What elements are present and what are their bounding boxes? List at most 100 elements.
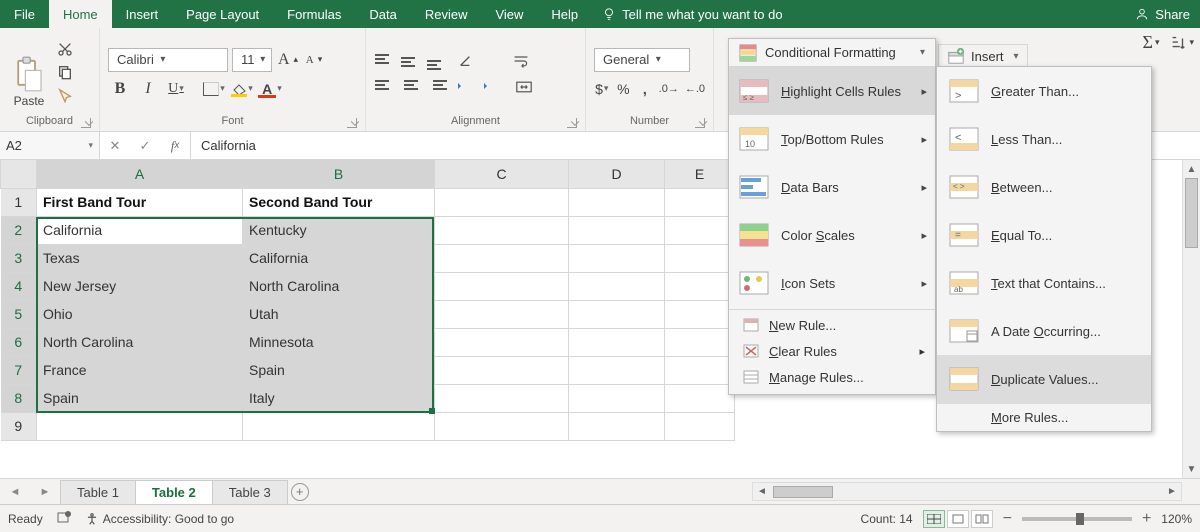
cell[interactable]: [569, 356, 665, 384]
cell[interactable]: [665, 272, 735, 300]
cell[interactable]: [665, 384, 735, 412]
bold-button[interactable]: B: [108, 78, 132, 100]
number-format-combo[interactable]: General▾: [594, 48, 690, 72]
rule-greater-than[interactable]: > Greater Than...: [937, 67, 1151, 115]
paste-button[interactable]: Paste: [8, 39, 50, 109]
cell[interactable]: Utah: [243, 300, 435, 328]
row-header[interactable]: 7: [1, 356, 37, 384]
sheet-tab[interactable]: Table 1: [60, 480, 136, 504]
accounting-format-button[interactable]: $: [594, 78, 610, 100]
align-top-button[interactable]: [374, 51, 396, 71]
scroll-right-button[interactable]: ►: [1163, 486, 1181, 497]
cell[interactable]: California: [37, 216, 243, 244]
cell[interactable]: New Jersey: [37, 272, 243, 300]
horizontal-scrollbar[interactable]: ◄ ►: [752, 482, 1182, 501]
column-header[interactable]: B: [243, 160, 435, 188]
cell[interactable]: [665, 188, 735, 216]
dialog-launcher-icon[interactable]: [695, 118, 705, 128]
tell-me-search[interactable]: Tell me what you want to do: [602, 0, 782, 28]
cell[interactable]: [243, 412, 435, 440]
row-header[interactable]: 4: [1, 272, 37, 300]
cell[interactable]: Spain: [243, 356, 435, 384]
row-header[interactable]: 9: [1, 412, 37, 440]
share-button[interactable]: Share: [1135, 0, 1190, 28]
rule-duplicate-values[interactable]: Duplicate Values...: [937, 355, 1151, 403]
dialog-launcher-icon[interactable]: [347, 118, 357, 128]
font-size-combo[interactable]: 11▾: [232, 48, 272, 72]
tab-formulas[interactable]: Formulas: [273, 0, 355, 28]
row-header[interactable]: 5: [1, 300, 37, 328]
tab-data[interactable]: Data: [355, 0, 410, 28]
scroll-thumb[interactable]: [773, 486, 833, 498]
new-sheet-button[interactable]: +: [287, 479, 313, 504]
sheet-tab[interactable]: Table 2: [135, 480, 213, 505]
cell[interactable]: [665, 356, 735, 384]
cell[interactable]: California: [243, 244, 435, 272]
cell[interactable]: Texas: [37, 244, 243, 272]
cell[interactable]: Second Band Tour: [243, 188, 435, 216]
cell[interactable]: [569, 216, 665, 244]
increase-indent-button[interactable]: [480, 77, 502, 97]
align-bottom-button[interactable]: [426, 51, 448, 71]
dialog-launcher-icon[interactable]: [567, 118, 577, 128]
dialog-launcher-icon[interactable]: [81, 118, 91, 128]
scroll-left-button[interactable]: ◄: [753, 486, 771, 497]
rule-equal-to[interactable]: = Equal To...: [937, 211, 1151, 259]
cell[interactable]: North Carolina: [243, 272, 435, 300]
rule-more-rules[interactable]: More Rules...: [937, 403, 1151, 431]
cell[interactable]: Minnesota: [243, 328, 435, 356]
sort-filter-button[interactable]: ▾: [1169, 34, 1194, 52]
align-left-button[interactable]: [374, 77, 396, 97]
align-middle-button[interactable]: [400, 51, 422, 71]
cancel-formula-button[interactable]: ✕: [100, 138, 130, 154]
tab-review[interactable]: Review: [411, 0, 482, 28]
cell[interactable]: [569, 188, 665, 216]
font-name-combo[interactable]: Calibri▾: [108, 48, 228, 72]
cut-button[interactable]: [56, 41, 74, 60]
increase-decimal-button[interactable]: .0→: [659, 78, 679, 100]
cf-top-bottom-rules[interactable]: 10 Top/Bottom Rules ▸: [729, 115, 935, 163]
comma-format-button[interactable]: ,: [637, 78, 653, 100]
column-header[interactable]: D: [569, 160, 665, 188]
cell[interactable]: [665, 328, 735, 356]
cf-color-scales[interactable]: Color Scales ▸: [729, 211, 935, 259]
cell[interactable]: Kentucky: [243, 216, 435, 244]
zoom-out-button[interactable]: −: [1003, 510, 1012, 528]
tab-insert[interactable]: Insert: [112, 0, 173, 28]
enter-formula-button[interactable]: ✓: [130, 138, 160, 154]
rule-less-than[interactable]: < Less Than...: [937, 115, 1151, 163]
tab-view[interactable]: View: [481, 0, 537, 28]
cell[interactable]: [435, 300, 569, 328]
cell[interactable]: [569, 272, 665, 300]
rule-text-contains[interactable]: ab Text that Contains...: [937, 259, 1151, 307]
cell[interactable]: Spain: [37, 384, 243, 412]
font-color-button[interactable]: A: [258, 78, 282, 100]
cell[interactable]: [435, 272, 569, 300]
cell[interactable]: [665, 412, 735, 440]
rule-between[interactable]: < > Between...: [937, 163, 1151, 211]
cell[interactable]: Ohio: [37, 300, 243, 328]
row-header[interactable]: 8: [1, 384, 37, 412]
orientation-button[interactable]: [454, 51, 476, 71]
cf-data-bars[interactable]: Data Bars ▸: [729, 163, 935, 211]
cell[interactable]: North Carolina: [37, 328, 243, 356]
page-layout-view-button[interactable]: [947, 510, 969, 528]
select-all-corner[interactable]: [1, 160, 37, 188]
cell[interactable]: [435, 188, 569, 216]
percent-format-button[interactable]: %: [616, 78, 632, 100]
borders-button[interactable]: [202, 78, 226, 100]
normal-view-button[interactable]: [923, 510, 945, 528]
decrease-indent-button[interactable]: [454, 77, 476, 97]
cf-highlight-cells-rules[interactable]: ≤ ≥ Highlight Cells Rules ▸: [729, 67, 935, 115]
copy-button[interactable]: [56, 64, 74, 83]
underline-button[interactable]: U: [164, 78, 188, 100]
decrease-decimal-button[interactable]: ←.0: [685, 78, 705, 100]
cell[interactable]: [569, 244, 665, 272]
name-box[interactable]: A2 ▾: [0, 132, 100, 159]
zoom-in-button[interactable]: +: [1142, 510, 1151, 528]
cell[interactable]: [435, 356, 569, 384]
cell[interactable]: [435, 328, 569, 356]
sheet-next-button[interactable]: ►: [40, 486, 51, 498]
cell[interactable]: [665, 216, 735, 244]
accessibility-status[interactable]: Accessibility: Good to go: [85, 512, 234, 526]
